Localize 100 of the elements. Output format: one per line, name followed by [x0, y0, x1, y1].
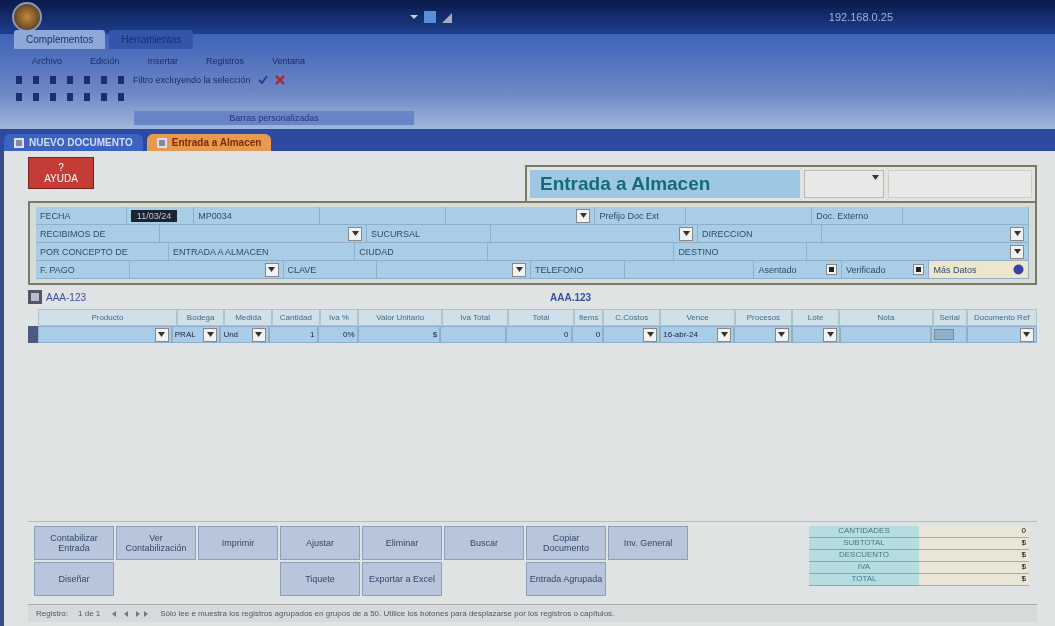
document-tab[interactable]: Entrada a Almacen — [146, 134, 272, 151]
caret-icon — [778, 332, 785, 337]
action-button[interactable]: Ver Contabilización — [116, 526, 196, 560]
dropdown-button[interactable] — [823, 327, 838, 342]
combo-field[interactable] — [967, 326, 1037, 343]
total-value: 0 — [919, 526, 1029, 538]
help-button[interactable]: ? AYUDA — [28, 157, 94, 189]
dropdown-button[interactable] — [348, 226, 362, 241]
dropdown-button[interactable] — [576, 208, 591, 223]
dropdown-button[interactable] — [1010, 226, 1024, 241]
column-header[interactable]: Nota — [839, 309, 933, 326]
checkbox-label: Asentado — [758, 264, 797, 275]
menu-item[interactable]: Edición — [90, 56, 120, 66]
record-label: Registro: — [36, 609, 68, 618]
checkbox[interactable] — [934, 329, 955, 340]
dropdown-button[interactable] — [1010, 244, 1024, 259]
caret-icon — [515, 267, 523, 272]
combo-field[interactable] — [38, 326, 172, 343]
menu-item[interactable]: Ventana — [272, 56, 306, 66]
date-field[interactable]: 11/03/24 — [130, 209, 178, 222]
action-button[interactable]: Entrada Agrupada — [526, 562, 606, 596]
text-field[interactable]: MP0034 — [194, 207, 321, 224]
checkbox[interactable] — [825, 264, 837, 275]
total-value: $ — [919, 562, 1029, 574]
caret-icon — [872, 175, 879, 180]
dropdown-button[interactable] — [512, 262, 527, 277]
column-header[interactable]: Lote — [791, 309, 840, 326]
column-header[interactable]: C.Costos — [603, 309, 661, 326]
total-value: $ — [919, 550, 1029, 562]
field-label: SUCURSAL — [371, 228, 420, 239]
column-header[interactable]: Iva Total — [442, 309, 509, 326]
dropdown-button[interactable] — [717, 327, 732, 342]
column-header[interactable]: Bodega — [176, 309, 225, 326]
field-label: CLAVE — [287, 264, 317, 275]
globe-icon[interactable] — [1013, 264, 1024, 275]
total-label: IVA — [809, 562, 919, 574]
dropdown-button[interactable] — [679, 226, 693, 241]
combo-field[interactable] — [734, 326, 792, 343]
action-button[interactable]: Copiar Documento — [526, 526, 606, 560]
caret-icon — [158, 332, 166, 337]
menu-item[interactable]: Registros — [206, 56, 245, 66]
check-icon[interactable] — [257, 75, 268, 85]
column-header[interactable]: Cantidad — [272, 309, 320, 326]
column-header[interactable]: Procesos — [735, 309, 792, 326]
dropdown-button[interactable] — [203, 327, 218, 342]
office-button[interactable] — [12, 2, 42, 32]
action-button[interactable]: Imprimir — [198, 526, 278, 560]
close-icon[interactable] — [274, 75, 285, 85]
column-header[interactable]: Producto — [38, 309, 177, 326]
total-label: TOTAL — [809, 574, 919, 586]
ribbon-tab[interactable]: Complementos — [14, 30, 106, 49]
column-header[interactable]: Vence — [660, 309, 736, 326]
column-header[interactable]: Documento Ref — [966, 309, 1037, 326]
text-field[interactable] — [888, 170, 1032, 198]
dropdown-button[interactable] — [251, 327, 266, 342]
column-header[interactable]: Medida — [224, 309, 273, 326]
column-header[interactable]: Iva % — [319, 309, 359, 326]
dropdown-button[interactable] — [154, 327, 169, 342]
action-button[interactable]: Diseñar — [34, 562, 114, 596]
action-button[interactable]: Buscar — [444, 526, 524, 560]
combo-field[interactable] — [603, 326, 661, 343]
menu-item[interactable]: Archivo — [32, 56, 62, 66]
record-code: AAA-123 — [46, 291, 87, 303]
form-icon — [156, 137, 167, 148]
toolbar-text[interactable]: Filtro excluyendo la selección — [133, 75, 251, 85]
table-cell: 0 — [571, 326, 604, 343]
dropdown-button[interactable] — [643, 327, 658, 342]
action-button[interactable]: Ajustar — [280, 526, 360, 560]
dropdown-button[interactable] — [1020, 327, 1034, 342]
action-button[interactable]: Inv. General — [608, 526, 688, 560]
caret-icon — [720, 332, 728, 337]
caret-icon — [1013, 231, 1021, 236]
combo-field[interactable]: Und — [220, 326, 269, 343]
document-tab[interactable]: NUEVO DOCUMENTO — [4, 134, 143, 151]
total-value: $ — [919, 574, 1029, 586]
action-button[interactable]: Tiquete — [280, 562, 360, 596]
caret-icon — [826, 332, 834, 337]
checkbox[interactable] — [913, 264, 925, 275]
table-cell: 0% — [317, 326, 358, 343]
field-label: Prefijo Doc Ext — [599, 210, 659, 221]
column-header[interactable]: Serial — [932, 309, 967, 326]
menu-item[interactable]: Insertar — [147, 56, 179, 66]
column-header[interactable]: Valor Unitario — [358, 309, 443, 326]
action-button[interactable]: Contabilizar Entrada — [34, 526, 114, 560]
caret-icon — [579, 213, 587, 218]
action-button[interactable]: Eliminar — [362, 526, 442, 560]
combo-field[interactable]: PRAL — [171, 326, 221, 343]
combo-field[interactable]: 16-abr-24 — [660, 326, 735, 343]
caret-icon — [206, 332, 214, 337]
text-field[interactable]: ENTRADA A ALMACEN — [169, 243, 356, 260]
column-header[interactable]: Items — [574, 309, 604, 326]
dropdown-button[interactable] — [264, 262, 279, 277]
form-icon[interactable] — [28, 290, 42, 304]
form-icon — [14, 137, 24, 148]
column-header[interactable]: Total — [508, 309, 574, 326]
dropdown-button[interactable] — [774, 327, 789, 342]
action-button[interactable]: Exportar a Excel — [362, 562, 442, 596]
field-label: DIRECCION — [702, 228, 753, 239]
combo-field[interactable] — [791, 326, 841, 343]
record-position[interactable]: 1 de 1 — [78, 609, 101, 618]
